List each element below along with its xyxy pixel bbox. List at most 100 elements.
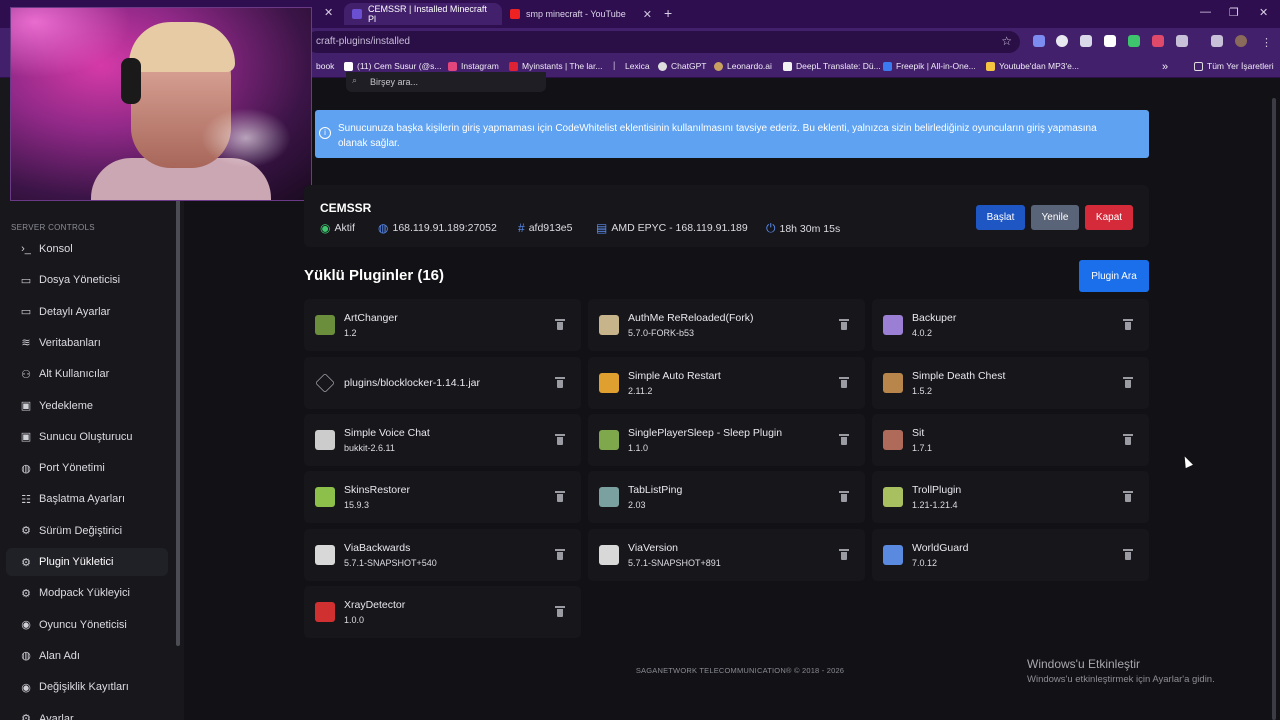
sidebar-item[interactable]: ⚇ Alt Kullanıcılar xyxy=(6,360,168,388)
eye-icon: ◉ xyxy=(21,619,31,632)
bookmark-item[interactable]: book xyxy=(316,61,334,71)
media-icon[interactable] xyxy=(1211,35,1223,47)
plugin-name: WorldGuard xyxy=(912,542,969,554)
sidebar-item[interactable]: ⚙ Plugin Yükletici xyxy=(6,548,168,576)
profile-avatar[interactable] xyxy=(1235,35,1247,47)
extension-icon[interactable] xyxy=(1080,35,1092,47)
bookmark-item[interactable]: ChatGPT xyxy=(658,61,706,71)
sidebar-item-label: Başlatma Ayarları xyxy=(39,493,126,506)
tab-cemssr[interactable]: CEMSSR | Installed Minecraft Pl xyxy=(344,3,502,25)
plugin-logo-icon xyxy=(883,373,903,393)
sidebar-item-label: Alan Adı xyxy=(39,649,80,662)
extension-icon[interactable] xyxy=(1104,35,1116,47)
plugin-logo-icon xyxy=(599,373,619,393)
trash-icon[interactable] xyxy=(555,434,565,445)
cube-icon xyxy=(315,373,335,393)
restart-button[interactable]: Yenile xyxy=(1031,205,1079,230)
sidebar-item[interactable]: ◍ Port Yönetimi xyxy=(6,454,168,482)
close-window-icon[interactable]: ✕ xyxy=(1259,6,1268,19)
trash-icon[interactable] xyxy=(1123,377,1133,388)
trash-icon[interactable] xyxy=(1123,491,1133,502)
bookmark-item[interactable]: Freepik | All-in-One... xyxy=(883,61,976,71)
bookmark-item[interactable]: Instagram xyxy=(448,61,499,71)
sidebar-item[interactable]: ☷ Başlatma Ayarları xyxy=(6,485,168,513)
bookmark-item[interactable]: (11) Cem Susur (@s... xyxy=(344,61,442,71)
menu-kebab-icon[interactable]: ⋮ xyxy=(1261,36,1272,49)
trash-icon[interactable] xyxy=(1123,549,1133,560)
sidebar-item[interactable]: ▣ Sunucu Oluşturucu xyxy=(6,423,168,451)
start-button[interactable]: Başlat xyxy=(976,205,1025,230)
sidebar-item[interactable]: ▣ Yedekleme xyxy=(6,392,168,420)
trash-icon[interactable] xyxy=(555,549,565,560)
globe-icon: ◍ xyxy=(378,221,389,235)
bookmark-item[interactable]: Youtube'dan MP3'e... xyxy=(986,61,1079,71)
trash-icon[interactable] xyxy=(839,434,849,445)
plugin-name: AuthMe ReReloaded(Fork) xyxy=(628,312,754,324)
bookmark-item[interactable]: DeepL Translate: Dü... xyxy=(783,61,881,71)
sidebar-item[interactable]: ›_ Konsol xyxy=(6,235,168,263)
trash-icon[interactable] xyxy=(839,549,849,560)
bookmark-item[interactable]: Leonardo.ai xyxy=(714,61,772,71)
bookmark-item[interactable]: Myinstants | The lar... xyxy=(509,61,602,71)
plugin-card: TabListPing 2.03 xyxy=(588,471,865,523)
close-tab-icon[interactable]: ✕ xyxy=(324,6,333,19)
bookmark-star-icon[interactable]: ☆ xyxy=(1001,34,1012,48)
address-bar[interactable]: craft-plugins/installed ☆ xyxy=(306,31,1020,53)
plugin-search-button[interactable]: Plugin Ara xyxy=(1079,260,1149,292)
plugin-name: ViaBackwards xyxy=(344,542,411,554)
trash-icon[interactable] xyxy=(555,491,565,502)
sidebar-item[interactable]: ▭ Detaylı Ayarlar xyxy=(6,298,168,326)
main-scrollbar[interactable] xyxy=(1272,98,1276,720)
leonardo-icon xyxy=(714,61,723,71)
extension-icon[interactable] xyxy=(1056,35,1068,47)
plugin-logo-icon xyxy=(315,487,335,507)
sidebar-item[interactable]: ▭ Dosya Yöneticisi xyxy=(6,266,168,294)
sidebar-item[interactable]: ◉ Değişiklik Kayıtları xyxy=(6,673,168,701)
windows-activation-watermark: Windows'u Etkinleştir Windows'u etkinleş… xyxy=(1027,657,1215,685)
installed-plugins-heading: Yüklü Pluginler (16) xyxy=(304,267,445,284)
trash-icon[interactable] xyxy=(555,377,565,388)
sidebar-item[interactable]: ⚙ Sürüm Değiştirici xyxy=(6,517,168,545)
close-tab-icon[interactable]: ✕ xyxy=(643,8,652,21)
sidebar-item[interactable]: ◍ Alan Adı xyxy=(6,642,168,670)
sidebar-item-label: Ayarlar xyxy=(39,712,74,720)
shield-extension-icon[interactable] xyxy=(1128,35,1140,47)
plugin-name: TabListPing xyxy=(628,484,683,496)
globe-icon: ◍ xyxy=(21,462,31,475)
stop-button[interactable]: Kapat xyxy=(1085,205,1133,230)
extension-icon[interactable] xyxy=(1033,35,1045,47)
trash-icon[interactable] xyxy=(1123,319,1133,330)
maximize-icon[interactable]: ❐ xyxy=(1229,6,1239,19)
more-bookmarks-icon[interactable]: » xyxy=(1162,61,1168,73)
plugin-version: 5.7.1-SNAPSHOT+891 xyxy=(628,558,721,568)
trash-icon[interactable] xyxy=(839,377,849,388)
minimize-icon[interactable]: — xyxy=(1200,6,1211,18)
plugin-version: 2.11.2 xyxy=(628,386,653,396)
trash-icon[interactable] xyxy=(555,606,565,617)
sidebar-item[interactable]: ◉ Oyuncu Yöneticisi xyxy=(6,611,168,639)
puzzle-icon[interactable] xyxy=(1176,35,1188,47)
trash-icon[interactable] xyxy=(1123,434,1133,445)
site-favicon-icon xyxy=(352,9,362,19)
search-input[interactable]: ⌕ Birşey ara... xyxy=(346,72,546,92)
all-bookmarks-folder[interactable]: Tüm Yer İşaretleri xyxy=(1194,61,1274,71)
sidebar-item-label: Konsol xyxy=(39,243,73,255)
sidebar-item[interactable]: ⚙ Modpack Yükleyici xyxy=(6,579,168,607)
extension-icon[interactable] xyxy=(1152,35,1164,47)
trash-icon[interactable] xyxy=(839,491,849,502)
plugin-version: 1.1.0 xyxy=(628,443,649,453)
new-tab-button[interactable]: + xyxy=(664,5,672,21)
sidebar-item-label: Plugin Yükletici xyxy=(39,556,114,568)
sidebar-item[interactable]: ⚙ Ayarlar xyxy=(6,705,168,720)
plugin-logo-icon xyxy=(883,545,903,565)
bookmark-item[interactable]: Lexica xyxy=(625,61,650,71)
trash-icon[interactable] xyxy=(555,319,565,330)
sidebar-item[interactable]: ≋ Veritabanları xyxy=(6,329,168,357)
tab-youtube[interactable]: smp minecraft - YouTube ✕ xyxy=(502,3,658,25)
plugin-card: WorldGuard 7.0.12 xyxy=(872,529,1149,581)
sidebar-item-label: Alt Kullanıcılar xyxy=(39,368,110,381)
plugin-name: SkinsRestorer xyxy=(344,484,410,496)
trash-icon[interactable] xyxy=(839,319,849,330)
sidebar-item-label: Modpack Yükleyici xyxy=(39,587,130,600)
plugin-card: plugins/blocklocker-1.14.1.jar xyxy=(304,357,581,409)
